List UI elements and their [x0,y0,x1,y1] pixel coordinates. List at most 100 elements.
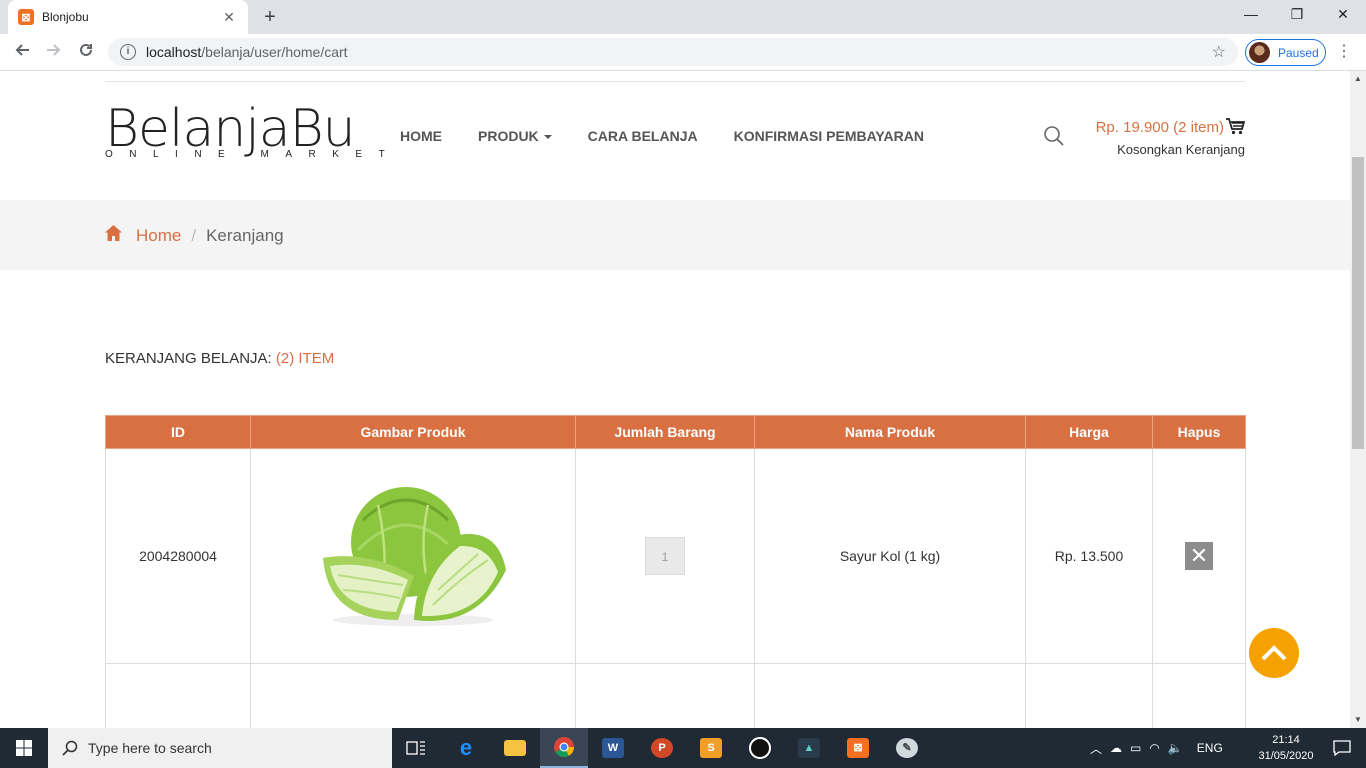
nav-produk-label: PRODUK [478,128,539,144]
breadcrumb-bar: Home / Keranjang [0,200,1350,270]
edge-icon[interactable]: e [442,728,490,768]
nav-konfirmasi-pembayaran[interactable]: KONFIRMASI PEMBAYARAN [734,128,924,144]
cart-item-count: (2) ITEM [275,350,335,367]
reload-icon[interactable] [72,39,100,67]
product-name: Sayur Kol (1 kg) [754,448,1026,664]
nav-cara-belanja[interactable]: CARA BELANJA [588,128,698,144]
cart-table: ID Gambar Produk Jumlah Barang Nama Prod… [105,415,1246,728]
volume-icon[interactable]: 🔈 [1168,741,1183,755]
cart-heading-label: KERANJANG BELANJA: [105,350,272,367]
system-tray: ︿ ☁ ▭ ◠ 🔈 ENG [1090,728,1223,768]
show-hidden-icons-icon[interactable]: ︿ [1090,740,1102,757]
product-image-cell [250,448,576,664]
browser-tab[interactable]: ⊠ Blonjobu ✕ [8,0,248,34]
address-bar[interactable]: i localhost/belanja/user/home/cart ☆ [108,38,1238,66]
table-cell [250,663,576,728]
profile-button[interactable]: Paused [1245,39,1326,66]
tab-close-icon[interactable]: ✕ [220,9,238,26]
clock-time: 21:14 [1272,734,1300,746]
table-cell [1152,663,1246,728]
scroll-up-arrow-icon[interactable]: ▲ [1350,71,1366,87]
col-header-delete: Hapus [1152,415,1246,449]
cabbage-product-image [323,486,506,626]
url-path: /belanja/user/home/cart [201,44,348,60]
chrome-icon[interactable] [540,728,588,768]
breadcrumb: Home / Keranjang [105,225,284,246]
xampp-favicon-icon: ⊠ [18,9,34,25]
site-info-icon[interactable]: i [120,44,136,60]
nav-home[interactable]: HOME [400,128,442,144]
restore-button[interactable]: ❐ [1274,0,1320,30]
bookmark-star-icon[interactable]: ☆ [1212,42,1226,62]
site-logo[interactable]: BelanjaBu ONLINE MARKET [105,101,401,160]
cart-icon[interactable] [1226,118,1246,139]
profile-status: Paused [1278,45,1319,60]
new-tab-button[interactable]: + [258,5,282,29]
delete-cell: ✕ [1152,448,1246,664]
browser-toolbar: i localhost/belanja/user/home/cart ☆ Pau… [0,34,1366,71]
main-nav: HOME PRODUK CARA BELANJA KONFIRMASI PEMB… [400,128,924,144]
sublime-text-icon[interactable]: S [687,728,735,768]
table-row [105,663,1246,728]
url-host: localhost [146,44,202,60]
page-viewport: BelanjaBu ONLINE MARKET HOME PRODUK CARA… [0,71,1350,728]
minimize-button[interactable]: — [1228,0,1274,30]
task-view-icon[interactable] [392,728,440,768]
col-header-image: Gambar Produk [250,415,576,449]
start-button[interactable] [0,728,48,768]
cart-total-link[interactable]: Rp. 19.900 (2 item) [1060,118,1246,139]
file-explorer-icon[interactable] [491,728,539,768]
taskbar-search-placeholder: Type here to search [88,740,212,756]
page-scrollbar[interactable]: ▲ ▼ [1350,71,1366,728]
search-icon [62,740,78,756]
xampp-icon[interactable]: ⊠ [834,728,882,768]
notification-icon[interactable] [1318,728,1366,768]
filmora-icon[interactable]: ▲ [785,728,833,768]
powerpoint-icon[interactable]: P [638,728,686,768]
breadcrumb-home-link[interactable]: Home [136,226,181,246]
battery-icon[interactable]: ▭ [1130,741,1141,755]
header-divider [105,81,1245,82]
logo-tagline: ONLINE MARKET [105,149,402,160]
taskbar-clock[interactable]: 21:14 31/05/2020 [1258,732,1314,764]
wifi-icon[interactable]: ◠ [1149,741,1159,755]
empty-cart-link[interactable]: Kosongkan Keranjang [1060,142,1245,157]
paint-icon[interactable]: ✎ [883,728,931,768]
col-header-id: ID [105,415,251,449]
language-indicator[interactable]: ENG [1197,741,1223,755]
cart-total: Rp. 19.900 (2 item) [1095,119,1224,136]
quantity-cell: 1 [575,448,755,664]
quantity-field[interactable]: 1 [645,537,685,575]
window-close-button[interactable]: ✕ [1320,0,1366,30]
product-price: Rp. 13.500 [1025,448,1153,664]
inkscape-icon[interactable] [736,728,784,768]
avatar [1249,42,1270,63]
table-cell [575,663,755,728]
forward-arrow-icon[interactable] [40,39,68,67]
windows-logo-icon [16,740,32,756]
browser-menu-icon[interactable]: ⋮ [1334,39,1354,67]
delete-item-button[interactable]: ✕ [1185,542,1213,570]
cloud-icon[interactable]: ☁ [1110,741,1122,755]
table-cell [105,663,251,728]
product-id: 2004280004 [105,448,251,664]
scroll-down-arrow-icon[interactable]: ▼ [1350,712,1366,728]
table-cell [1025,663,1153,728]
tab-title: Blonjobu [42,10,89,24]
browser-tab-strip: ⊠ Blonjobu ✕ + — ❐ ✕ [0,0,1366,34]
chevron-up-icon [1261,645,1287,661]
taskbar-search[interactable]: Type here to search [48,728,392,768]
cart-heading: KERANJANG BELANJA: (2) ITEM [105,350,334,367]
back-arrow-icon[interactable] [8,39,36,67]
home-icon[interactable] [105,225,122,246]
col-header-price: Harga [1025,415,1153,449]
url-text[interactable]: localhost/belanja/user/home/cart [146,44,1212,60]
breadcrumb-current: Keranjang [206,225,284,245]
breadcrumb-separator: / [191,225,197,245]
scroll-to-top-button[interactable] [1249,628,1299,678]
scrollbar-thumb[interactable] [1352,157,1364,449]
col-header-name: Nama Produk [754,415,1026,449]
cart-summary: Rp. 19.900 (2 item) Kosongkan Keranjang [1060,118,1246,157]
nav-produk[interactable]: PRODUK [478,128,552,144]
word-icon[interactable]: W [589,728,637,768]
